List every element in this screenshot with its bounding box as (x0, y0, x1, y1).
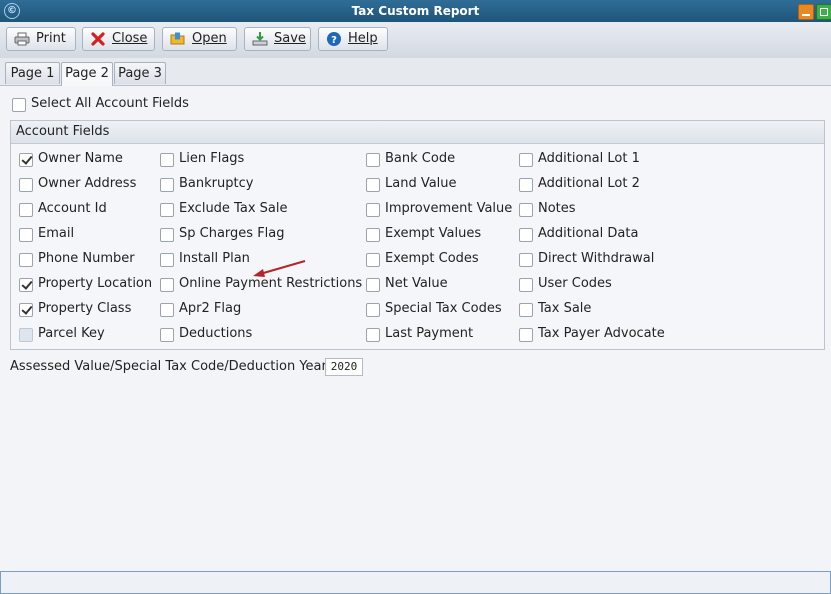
direct-withdrawal-checkbox[interactable] (519, 253, 533, 267)
red-x-icon (91, 32, 105, 46)
help-icon: ? (327, 32, 341, 46)
owner-address-label: Owner Address (38, 176, 137, 191)
phone-number-label: Phone Number (38, 251, 135, 266)
tax-payer-advocate-checkbox[interactable] (519, 328, 533, 342)
annotation-arrow-icon (253, 260, 306, 277)
install-plan-label: Install Plan (179, 251, 250, 266)
parcel-key-checkbox (19, 328, 33, 342)
owner-name-checkbox[interactable] (19, 153, 33, 167)
user-codes-checkbox[interactable] (519, 278, 533, 292)
exclude-tax-sale-label: Exclude Tax Sale (179, 201, 288, 216)
deductions-checkbox[interactable] (160, 328, 174, 342)
lien-flags-label: Lien Flags (179, 151, 245, 166)
select-all-checkbox[interactable] (12, 98, 26, 112)
exempt-values-checkbox[interactable] (366, 228, 380, 242)
year-field-label: Assessed Value/Special Tax Code/Deductio… (10, 359, 332, 374)
minimize-button[interactable] (798, 4, 814, 20)
apr2-flag-checkbox[interactable] (160, 303, 174, 317)
property-class-label: Property Class (38, 301, 132, 316)
tab-page-1[interactable]: Page 1 (5, 62, 60, 84)
land-value-label: Land Value (385, 176, 457, 191)
additional-lot-2-checkbox[interactable] (519, 178, 533, 192)
deductions-label: Deductions (179, 326, 253, 341)
exempt-values-label: Exempt Values (385, 226, 482, 241)
account-id-label: Account Id (38, 201, 107, 216)
property-class-checkbox[interactable] (19, 303, 33, 317)
bankruptcy-checkbox[interactable] (160, 178, 174, 192)
owner-name-label: Owner Name (38, 151, 123, 166)
phone-number-checkbox[interactable] (19, 253, 33, 267)
save-label: Save (274, 31, 306, 46)
open-label: Open (192, 31, 227, 46)
status-bar (0, 571, 831, 594)
tab-page-3[interactable]: Page 3 (114, 62, 166, 84)
additional-data-checkbox[interactable] (519, 228, 533, 242)
open-button[interactable]: Open (162, 27, 237, 51)
sp-charges-flag-checkbox[interactable] (160, 228, 174, 242)
land-value-checkbox[interactable] (366, 178, 380, 192)
close-label: Close (112, 31, 148, 46)
net-value-checkbox[interactable] (366, 278, 380, 292)
special-tax-codes-label: Special Tax Codes (385, 301, 502, 316)
exclude-tax-sale-checkbox[interactable] (160, 203, 174, 217)
additional-data-label: Additional Data (538, 226, 639, 241)
apr2-flag-label: Apr2 Flag (179, 301, 242, 316)
account-fields-group: Account Fields Owner Name Owner Address … (10, 120, 825, 350)
exempt-codes-label: Exempt Codes (385, 251, 479, 266)
notes-label: Notes (538, 201, 576, 216)
tab-strip: Page 1 Page 2 Page 3 (0, 58, 831, 86)
tax-sale-checkbox[interactable] (519, 303, 533, 317)
notes-checkbox[interactable] (519, 203, 533, 217)
select-all-label: Select All Account Fields (31, 96, 189, 111)
close-button[interactable]: Close (82, 27, 155, 51)
toolbar: Print Close Open Save ? Help (0, 22, 831, 59)
improvement-value-label: Improvement Value (385, 201, 513, 216)
parcel-key-label: Parcel Key (38, 326, 105, 341)
bank-code-label: Bank Code (385, 151, 456, 166)
window-title: Tax Custom Report (351, 4, 480, 18)
year-input[interactable]: 2020 (325, 358, 363, 376)
maximize-button[interactable] (816, 4, 831, 20)
email-label: Email (38, 226, 75, 241)
additional-lot-2-label: Additional Lot 2 (538, 176, 640, 191)
user-codes-label: User Codes (538, 276, 612, 291)
property-location-checkbox[interactable] (19, 278, 33, 292)
last-payment-checkbox[interactable] (366, 328, 380, 342)
property-location-label: Property Location (38, 276, 153, 291)
direct-withdrawal-label: Direct Withdrawal (538, 251, 655, 266)
save-download-icon (252, 32, 268, 46)
install-plan-checkbox[interactable] (160, 253, 174, 267)
net-value-label: Net Value (385, 276, 448, 291)
online-payment-restrictions-checkbox[interactable] (160, 278, 174, 292)
account-id-checkbox[interactable] (19, 203, 33, 217)
tax-payer-advocate-label: Tax Payer Advocate (538, 326, 665, 341)
account-fields-header: Account Fields (11, 121, 824, 144)
improvement-value-checkbox[interactable] (366, 203, 380, 217)
title-bar: © Tax Custom Report (0, 0, 831, 22)
folder-icon (170, 32, 185, 45)
last-payment-label: Last Payment (385, 326, 474, 341)
lien-flags-checkbox[interactable] (160, 153, 174, 167)
tab-page-2[interactable]: Page 2 (61, 62, 113, 86)
owner-address-checkbox[interactable] (19, 178, 33, 192)
additional-lot-1-label: Additional Lot 1 (538, 151, 640, 166)
print-button[interactable]: Print (6, 27, 76, 51)
email-checkbox[interactable] (19, 228, 33, 242)
special-tax-codes-checkbox[interactable] (366, 303, 380, 317)
bankruptcy-label: Bankruptcy (179, 176, 254, 191)
svg-text:?: ? (331, 35, 337, 46)
bank-code-checkbox[interactable] (366, 153, 380, 167)
sp-charges-flag-label: Sp Charges Flag (179, 226, 285, 241)
print-label: Print (36, 31, 66, 46)
help-label: Help (348, 31, 378, 46)
printer-icon (14, 32, 30, 46)
account-fields-title: Account Fields (16, 124, 110, 139)
save-button[interactable]: Save (244, 27, 311, 51)
help-button[interactable]: ? Help (318, 27, 388, 51)
exempt-codes-checkbox[interactable] (366, 253, 380, 267)
tax-sale-label: Tax Sale (538, 301, 592, 316)
additional-lot-1-checkbox[interactable] (519, 153, 533, 167)
